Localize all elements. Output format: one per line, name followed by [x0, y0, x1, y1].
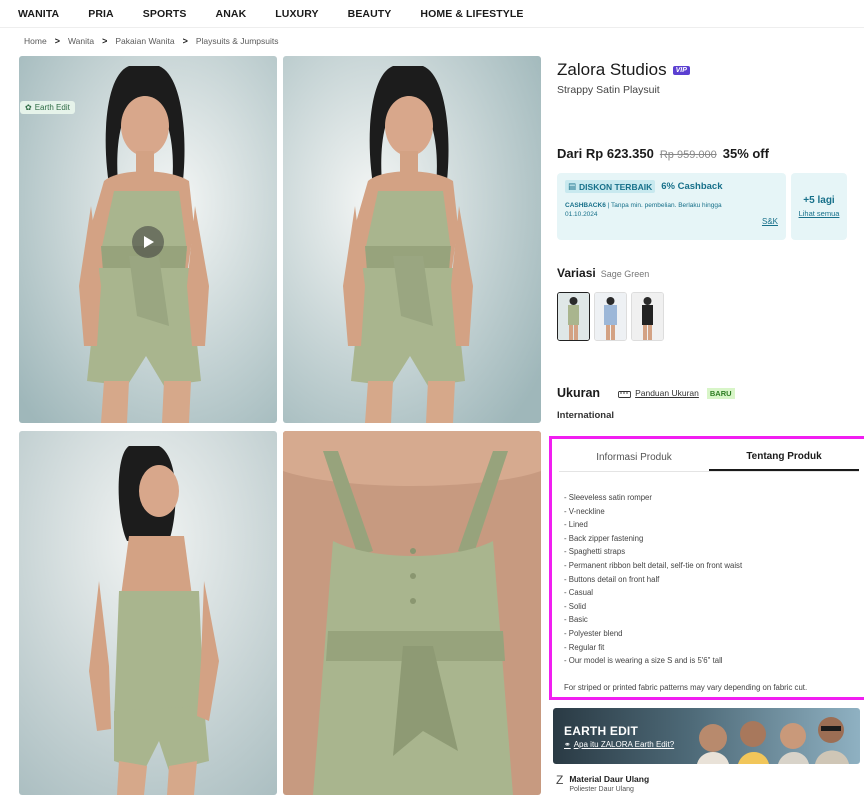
- ruler-icon: [618, 390, 632, 398]
- list-item: - Casual: [564, 588, 594, 598]
- variant-swatch-blue[interactable]: [594, 292, 627, 341]
- size-label: Ukuran: [557, 386, 601, 400]
- fabric-footnote: For striped or printed fabric patterns m…: [564, 683, 808, 692]
- tab-tentang-produk[interactable]: Tentang Produk: [709, 444, 859, 471]
- breadcrumb: Home > Wanita > Pakaian Wanita > Playsui…: [24, 36, 279, 46]
- list-item: - Sleeveless satin romper: [564, 493, 652, 502]
- tab-informasi-produk[interactable]: Informasi Produk: [559, 444, 709, 471]
- more-promos-count: +5 lagi: [803, 195, 835, 206]
- price: Dari Rp 623.350: [557, 146, 654, 161]
- product-description-list: - Sleeveless satin romper - V-neckline -…: [564, 491, 742, 668]
- chevron-right-icon: >: [182, 36, 188, 46]
- price-row: Dari Rp 623.350 Rp 959.000 35% off: [557, 146, 769, 161]
- brand-name[interactable]: Zalora Studios: [557, 60, 667, 80]
- breadcrumb-wanita[interactable]: Wanita: [68, 36, 94, 46]
- chevron-right-icon: >: [54, 36, 60, 46]
- list-item: - Lined: [564, 520, 588, 530]
- play-icon: [144, 236, 154, 248]
- brand-header: Zalora Studios VIP: [557, 60, 690, 80]
- terms-link[interactable]: S&K: [762, 217, 778, 226]
- variant-swatches: [557, 292, 664, 341]
- earth-edit-title: EARTH EDIT: [564, 724, 638, 738]
- product-name: Strappy Satin Playsuit: [557, 84, 660, 96]
- product-photo-3[interactable]: [19, 431, 277, 795]
- breadcrumb-pakaian-wanita[interactable]: Pakaian Wanita: [115, 36, 174, 46]
- size-guide-link[interactable]: Panduan Ukuran: [618, 388, 699, 398]
- discount-badge: ▤ DISKON TERBAIK: [565, 180, 656, 193]
- top-nav: WANITA PRIA SPORTS ANAK LUXURY BEAUTY HO…: [0, 0, 864, 28]
- product-photo-4[interactable]: [283, 431, 541, 795]
- list-item: - Solid: [564, 601, 587, 611]
- nav-luxury[interactable]: LUXURY: [275, 8, 318, 20]
- list-item: - Back zipper fastening: [564, 533, 644, 543]
- product-details-panel: Informasi Produk Tentang Produk - Sleeve…: [549, 436, 864, 700]
- nav-sports[interactable]: SPORTS: [143, 8, 187, 20]
- list-item: - Our model is wearing a size S and is 5…: [564, 656, 723, 666]
- nav-anak[interactable]: ANAK: [216, 8, 247, 20]
- list-item: - Spaghetti straps: [564, 547, 626, 557]
- new-badge: BARU: [706, 387, 735, 399]
- size-guide-label: Panduan Ukuran: [635, 388, 699, 398]
- vip-badge: VIP: [672, 65, 690, 75]
- earth-edit-link[interactable]: ⚭ Apa itu ZALORA Earth Edit?: [564, 740, 674, 749]
- leaf-icon: ✿: [25, 103, 32, 112]
- size-system[interactable]: International: [557, 410, 614, 421]
- earth-edit-banner[interactable]: EARTH EDIT ⚭ Apa itu ZALORA Earth Edit?: [553, 708, 860, 764]
- list-item: - Polyester blend: [564, 628, 623, 638]
- see-all-link[interactable]: Lihat semua: [799, 209, 840, 218]
- variant-selected: Sage Green: [600, 269, 650, 279]
- promo-code: CASHBACK6: [565, 202, 606, 209]
- earth-edit-tag: ✿ Earth Edit: [20, 101, 75, 114]
- discount-badge-label: DISKON TERBAIK: [579, 181, 653, 192]
- list-item: - V-neckline: [564, 506, 605, 516]
- product-photo-2[interactable]: [283, 56, 541, 423]
- more-promos-card[interactable]: +5 lagi Lihat semua: [791, 173, 847, 240]
- cashback-label: 6% Cashback: [661, 181, 723, 192]
- chevron-right-icon: >: [102, 36, 108, 46]
- material-title: Material Daur Ulang: [569, 774, 650, 784]
- list-item: - Regular fit: [564, 642, 605, 652]
- promo-description: CASHBACK6 | Tanpa min. pembelian. Berlak…: [565, 201, 750, 219]
- nav-home-lifestyle[interactable]: HOME & LIFESTYLE: [420, 8, 523, 20]
- discount-label: 35% off: [722, 146, 769, 161]
- earth-edit-link-label: Apa itu ZALORA Earth Edit?: [573, 740, 675, 749]
- variant-section: Variasi Sage Green: [557, 266, 649, 280]
- details-tabs: Informasi Produk Tentang Produk: [559, 444, 859, 472]
- breadcrumb-playsuits[interactable]: Playsuits & Jumpsuits: [196, 36, 279, 46]
- variant-label: Variasi: [557, 266, 596, 280]
- material-subtitle: Poliester Daur Ulang: [569, 786, 634, 793]
- promo-card[interactable]: ▤ DISKON TERBAIK 6% Cashback CASHBACK6 |…: [557, 173, 786, 240]
- nav-wanita[interactable]: WANITA: [18, 8, 59, 20]
- list-item: - Permanent ribbon belt detail, self-tie…: [564, 560, 743, 570]
- list-item: - Buttons detail on front half: [564, 574, 660, 584]
- nav-pria[interactable]: PRIA: [88, 8, 114, 20]
- size-section: Ukuran Panduan Ukuran BARU: [557, 386, 735, 400]
- play-video-button[interactable]: [132, 226, 164, 258]
- breadcrumb-home[interactable]: Home: [24, 36, 47, 46]
- ticket-icon: ▤: [568, 181, 577, 191]
- variant-swatch-sage-green[interactable]: [557, 292, 590, 341]
- nav-beauty[interactable]: BEAUTY: [348, 8, 392, 20]
- recycle-z-icon: Z: [556, 773, 564, 787]
- material-info: Z Material Daur Ulang Poliester Daur Ula…: [556, 774, 649, 793]
- leaf-icon: ⚭: [564, 740, 571, 749]
- original-price: Rp 959.000: [659, 149, 717, 161]
- earth-edit-tag-label: Earth Edit: [34, 103, 70, 112]
- list-item: - Basic: [564, 615, 588, 625]
- variant-swatch-black[interactable]: [631, 292, 664, 341]
